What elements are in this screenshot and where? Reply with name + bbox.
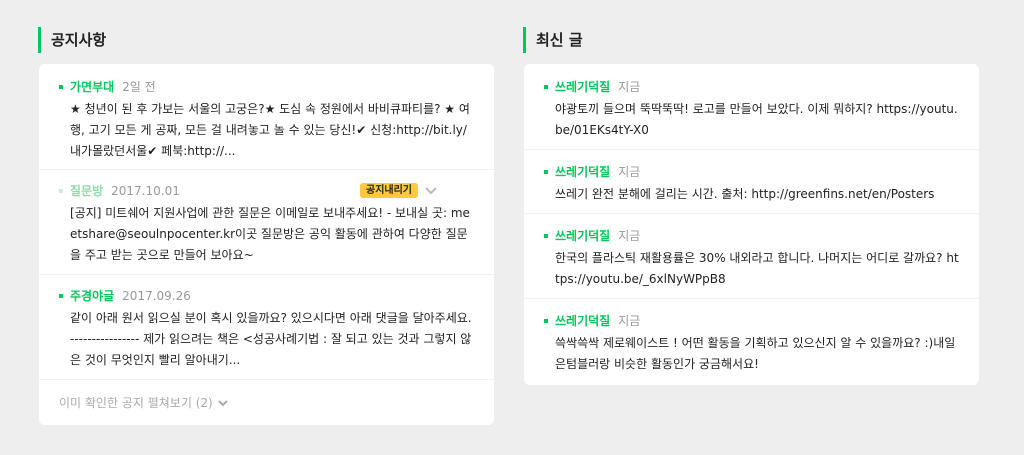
recent-text[interactable]: 한국의 플라스틱 재활용률은 30% 내외라고 합니다. 나머지는 어디로 갈까… [544, 248, 959, 290]
notice-text[interactable]: 같이 아래 원서 읽으실 분이 혹시 있을까요? 있으시다면 아래 댓글을 달아… [59, 308, 474, 371]
expand-read-notices-label: 이미 확인한 공지 펼쳐보기 (2) [59, 396, 213, 410]
bullet-icon [544, 85, 548, 89]
notice-author[interactable]: 주경야글 [70, 288, 114, 304]
bullet-icon [59, 85, 63, 89]
recent-text[interactable]: 쓱싹쓱싹 제로웨이스트 ! 어떤 활동을 기획하고 있으신지 알 수 있을까요?… [544, 333, 959, 375]
recent-item[interactable]: 쓰레기덕질 지금 한국의 플라스틱 재활용률은 30% 내외라고 합니다. 나머… [524, 228, 979, 290]
divider [39, 169, 494, 170]
bullet-icon [59, 189, 63, 193]
recent-time: 지금 [618, 80, 641, 94]
recent-time: 지금 [618, 229, 641, 243]
chevron-down-icon[interactable] [424, 184, 438, 198]
bullet-icon [544, 170, 548, 174]
notices-card: 가면부대 2일 전 ★ 청년이 된 후 가보는 서울의 고궁은?★ 도심 속 정… [39, 64, 494, 425]
divider [39, 379, 494, 380]
recent-author[interactable]: 쓰레기덕질 [555, 79, 610, 95]
divider [524, 213, 979, 214]
recent-title: 최신 글 [523, 27, 583, 53]
notice-author[interactable]: 가면부대 [70, 79, 114, 95]
recent-text[interactable]: 야광토끼 들으며 뚝딱뚝딱! 로고를 만들어 보았다. 이제 뭐하지? http… [544, 99, 959, 141]
divider [524, 149, 979, 150]
notice-item[interactable]: 질문방 2017.10.01 공지내리기 [공지] 미트쉐어 지원사업에 관한 … [39, 183, 494, 266]
recent-author[interactable]: 쓰레기덕질 [555, 164, 610, 180]
recent-time: 지금 [618, 314, 641, 328]
notice-item[interactable]: 가면부대 2일 전 ★ 청년이 된 후 가보는 서울의 고궁은?★ 도심 속 정… [39, 79, 494, 162]
expand-read-notices-button[interactable]: 이미 확인한 공지 펼쳐보기 (2) [59, 394, 229, 411]
chevron-down-icon [217, 399, 228, 406]
divider [524, 298, 979, 299]
notice-time: 2일 전 [122, 80, 156, 94]
recent-card: 쓰레기덕질 지금 야광토끼 들으며 뚝딱뚝딱! 로고를 만들어 보았다. 이제 … [524, 64, 979, 385]
notice-text[interactable]: ★ 청년이 된 후 가보는 서울의 고궁은?★ 도심 속 정원에서 바비큐파티를… [59, 99, 474, 162]
recent-text[interactable]: 쓰레기 완전 분해에 걸리는 시간. 출처: http://greenfins.… [544, 184, 959, 205]
bullet-icon [59, 294, 63, 298]
recent-author[interactable]: 쓰레기덕질 [555, 228, 610, 244]
recent-item[interactable]: 쓰레기덕질 지금 쓱싹쓱싹 제로웨이스트 ! 어떤 활동을 기획하고 있으신지 … [524, 313, 979, 375]
notice-time: 2017.09.26 [122, 289, 191, 303]
recent-item[interactable]: 쓰레기덕질 지금 야광토끼 들으며 뚝딱뚝딱! 로고를 만들어 보았다. 이제 … [524, 79, 979, 141]
bullet-icon [544, 234, 548, 238]
notice-time: 2017.10.01 [111, 184, 180, 198]
divider [39, 274, 494, 275]
recent-author[interactable]: 쓰레기덕질 [555, 313, 610, 329]
recent-time: 지금 [618, 165, 641, 179]
notices-title: 공지사항 [38, 27, 106, 53]
notice-text[interactable]: [공지] 미트쉐어 지원사업에 관한 질문은 이메일로 보내주세요! - 보내실… [59, 203, 474, 266]
unpin-notice-button[interactable]: 공지내리기 [360, 183, 418, 198]
bullet-icon [544, 319, 548, 323]
notice-item[interactable]: 주경야글 2017.09.26 같이 아래 원서 읽으실 분이 혹시 있을까요?… [39, 288, 494, 371]
notice-author[interactable]: 질문방 [70, 183, 103, 199]
recent-item[interactable]: 쓰레기덕질 지금 쓰레기 완전 분해에 걸리는 시간. 출처: http://g… [524, 164, 979, 205]
